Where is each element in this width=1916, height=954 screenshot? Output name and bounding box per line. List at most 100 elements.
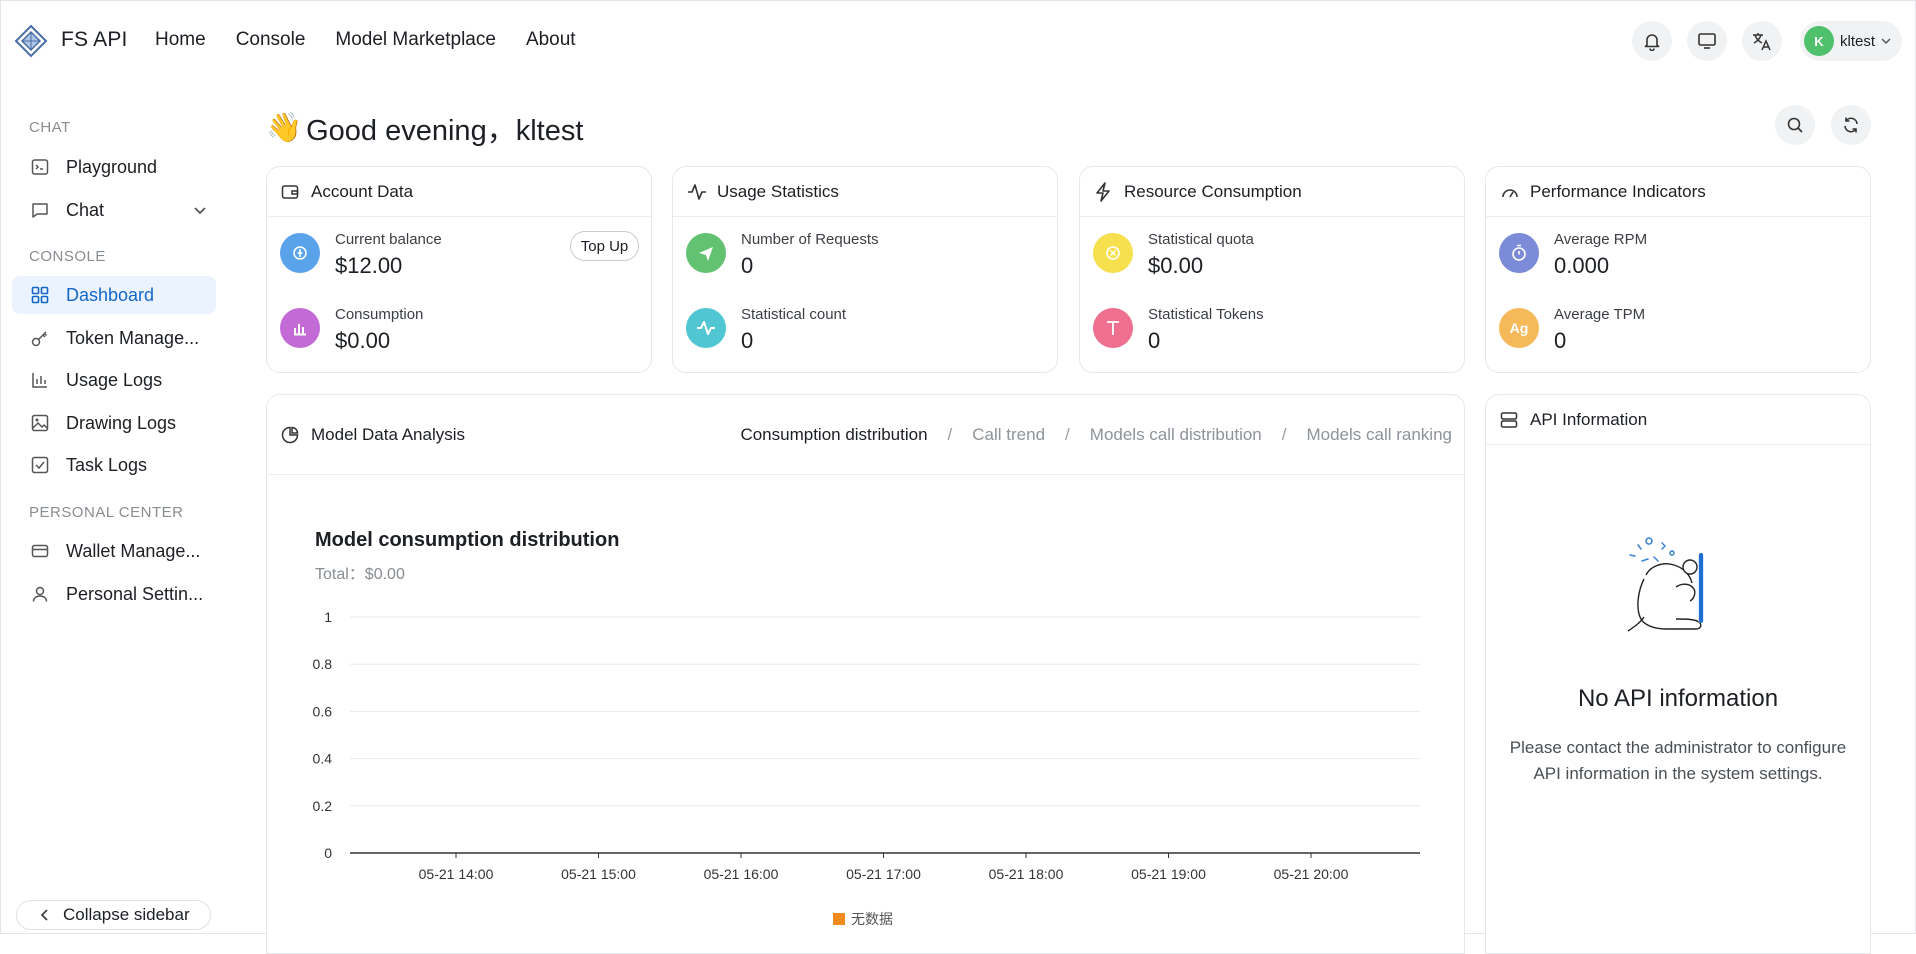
stat-value: $12.00 [335, 253, 403, 278]
user-icon [30, 584, 50, 604]
y-tick-label: 1 [324, 609, 332, 625]
stat-label: Current balance [335, 231, 442, 248]
tab-call-trend[interactable]: Call trend [972, 425, 1045, 445]
key-icon [30, 328, 50, 348]
dashboard-icon [30, 285, 50, 305]
tab-separator: / [1065, 425, 1070, 444]
stat-label: Statistical quota [1148, 231, 1254, 248]
coin-icon [280, 233, 320, 273]
checklist-icon [30, 455, 50, 475]
tab-models-call-distribution[interactable]: Models call distribution [1090, 425, 1262, 445]
api-information-card: API Information No API information Pleas… [1485, 394, 1871, 954]
tab-separator: / [947, 425, 953, 444]
tab-models-call-ranking[interactable]: Models call ranking [1306, 425, 1452, 445]
chevron-down-icon[interactable] [192, 202, 208, 218]
brand-name[interactable]: FS API [61, 28, 128, 52]
translate-icon [1753, 33, 1771, 51]
top-up-button[interactable]: Top Up [570, 231, 639, 261]
user-menu[interactable]: K kltest [1800, 21, 1902, 61]
tab-consumption-distribution[interactable]: Consumption distribution [740, 425, 927, 445]
sidebar-item-label: Chat [66, 199, 105, 220]
language-button[interactable] [1742, 21, 1782, 61]
x-tick-label: 05-21 17:00 [846, 866, 921, 882]
sidebar-item-dashboard[interactable]: Dashboard [12, 276, 216, 314]
sidebar-section-console: CONSOLE [29, 248, 106, 265]
sidebar-item-wallet[interactable]: Wallet Manage... [12, 532, 216, 570]
nav-marketplace[interactable]: Model Marketplace [335, 29, 496, 51]
sidebar-item-personal[interactable]: Personal Settin... [12, 575, 216, 613]
bell-icon [1644, 34, 1660, 51]
display-mode-button[interactable] [1687, 21, 1727, 61]
nav-about[interactable]: About [526, 29, 576, 51]
legend-swatch [833, 913, 845, 925]
account-data-card: Account Data Current balance $12.00 Top U… [266, 166, 652, 373]
typography-icon: Ag [1499, 308, 1539, 348]
chat-bubble-icon [30, 200, 50, 220]
sidebar-item-drawing-logs[interactable]: Drawing Logs [12, 404, 216, 442]
x-tick-label: 05-21 18:00 [989, 866, 1064, 882]
server-icon [1500, 410, 1520, 430]
sidebar-item-chat[interactable]: Chat [12, 191, 216, 229]
card-header: Account Data [267, 167, 651, 217]
collapse-label: Collapse sidebar [63, 905, 190, 924]
stat-tpm: Ag Average TPM 0 [1499, 306, 1645, 354]
sidebar-item-playground[interactable]: Playground [12, 148, 216, 186]
avatar: K [1804, 26, 1834, 56]
x-tick-label: 05-21 15:00 [561, 866, 636, 882]
sidebar-item-token[interactable]: Token Manage... [12, 319, 216, 357]
page-title: 👋 Good evening，kltest [266, 107, 583, 149]
card-title: Performance Indicators [1530, 181, 1706, 201]
search-button[interactable] [1775, 105, 1815, 145]
stat-label: Statistical Tokens [1148, 306, 1264, 323]
stat-value: 0.000 [1554, 253, 1610, 278]
chart-legend[interactable]: 无数据 [833, 909, 893, 929]
card-title: Usage Statistics [717, 181, 839, 201]
refresh-button[interactable] [1831, 105, 1871, 145]
sidebar-item-label: Drawing Logs [66, 412, 177, 433]
resource-consumption-card: Resource Consumption Statistical quota $0… [1079, 166, 1465, 373]
sidebar-section-personal: PERSONAL CENTER [29, 504, 184, 521]
stat-current-balance: Current balance $12.00 [280, 231, 442, 279]
y-tick-label: 0.8 [313, 656, 333, 672]
x-tick-label: 05-21 20:00 [1274, 866, 1349, 882]
wallet-icon [281, 182, 301, 202]
card-header: Performance Indicators [1486, 167, 1870, 217]
text-icon [1093, 308, 1133, 348]
sidebar-item-task-logs[interactable]: Task Logs [12, 446, 216, 484]
stat-consumption: Consumption $0.00 [280, 306, 423, 354]
empty-title: No API information [1577, 685, 1779, 712]
send-icon [686, 233, 726, 273]
stat-value: 0 [741, 253, 754, 278]
top-bar: FS API Home Console Model Marketplace Ab… [0, 0, 1916, 84]
nav-home[interactable]: Home [155, 29, 206, 51]
notifications-button[interactable] [1632, 21, 1672, 61]
card-title: Resource Consumption [1124, 181, 1302, 201]
collapse-sidebar-button[interactable]: Collapse sidebar [16, 900, 211, 930]
card-header: Resource Consumption [1080, 167, 1464, 217]
sidebar-item-label: Usage Logs [66, 369, 163, 390]
empty-state-illustration [1627, 537, 1704, 632]
stat-count: Statistical count 0 [686, 306, 846, 354]
y-tick-label: 0.6 [313, 703, 333, 719]
image-icon [30, 413, 50, 433]
tab-separator: / [1281, 425, 1287, 444]
sidebar-item-label: Personal Settin... [66, 583, 204, 604]
sidebar-item-label: Wallet Manage... [66, 540, 201, 561]
consumption-chart: 0 0.2 0.4 0.6 0.8 1 05-21 14:00 05-21 15:00 05-2… [313, 609, 1420, 882]
sidebar-item-usage-logs[interactable]: Usage Logs [12, 361, 216, 399]
nav-console[interactable]: Console [236, 29, 306, 51]
stat-value: $0.00 [335, 328, 391, 353]
stat-label: Average TPM [1554, 306, 1646, 323]
credit-card-icon [30, 541, 50, 561]
terminal-icon [30, 157, 50, 177]
chevron-left-icon [40, 909, 48, 921]
legend-label: 无数据 [851, 911, 893, 927]
sidebar-item-label: Token Manage... [66, 327, 200, 348]
sidebar-item-label: Playground [66, 156, 158, 177]
stat-value: 0 [741, 328, 754, 353]
search-icon [1787, 117, 1803, 133]
brand-logo[interactable] [14, 24, 48, 58]
analysis-tabs: Consumption distribution / Call trend / … [740, 425, 1452, 445]
greeting-text: Good evening，kltest [306, 115, 584, 147]
monitor-icon [1698, 33, 1716, 49]
